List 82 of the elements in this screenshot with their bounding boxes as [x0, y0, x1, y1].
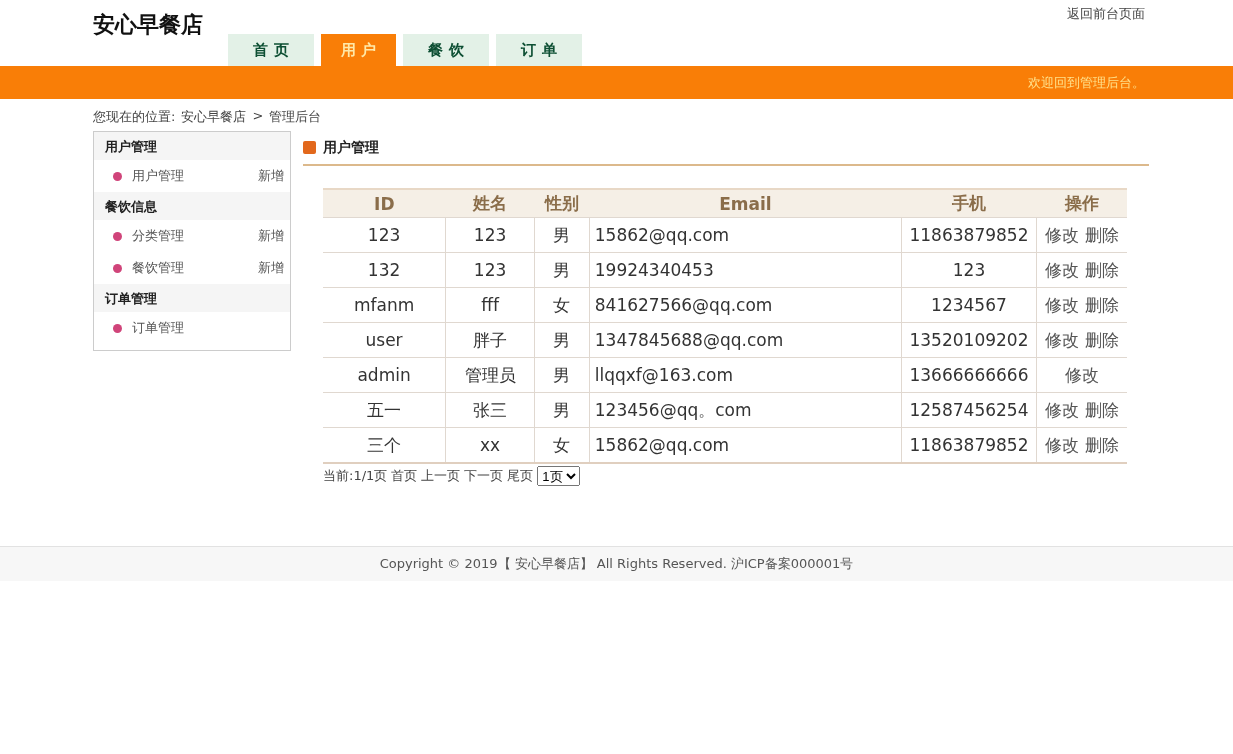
action-link[interactable]: 删除	[1084, 329, 1119, 350]
nav-tab[interactable]: 订 单	[496, 34, 582, 66]
table-cell: user	[323, 322, 446, 358]
table-cell: 123	[445, 217, 535, 253]
add-link[interactable]: 新增	[258, 259, 284, 277]
sidebar-group-title: 订单管理	[94, 284, 290, 312]
table-cell: 19924340453	[589, 252, 902, 288]
column-header: 姓名	[445, 189, 535, 218]
pager-link[interactable]: 尾页	[507, 467, 534, 485]
action-link[interactable]: 修改	[1044, 294, 1079, 315]
table-cell: 男	[534, 357, 590, 393]
breadcrumb-separator: >	[252, 108, 264, 125]
section-title: 用户管理	[323, 138, 379, 157]
page-select[interactable]: 1页	[537, 466, 581, 486]
table-cell: 五一	[323, 392, 446, 428]
table-cell: 123	[445, 252, 535, 288]
sidebar-group-title: 餐饮信息	[94, 192, 290, 220]
table-cell: fff	[445, 287, 535, 323]
table-cell: 123456@qq。com	[589, 392, 902, 428]
action-link[interactable]: 修改	[1044, 434, 1079, 455]
table-cell: 15862@qq.com	[589, 217, 902, 253]
add-link[interactable]: 新增	[258, 167, 284, 185]
nav-tab[interactable]: 餐 饮	[403, 34, 489, 66]
table-cell: 管理员	[445, 357, 535, 393]
pager-link[interactable]: 下一页	[464, 467, 504, 485]
sidebar-link[interactable]: 分类管理	[132, 227, 258, 245]
table-cell: 123	[901, 252, 1037, 288]
table-cell: 胖子	[445, 322, 535, 358]
sidebar-link[interactable]: 餐饮管理	[132, 259, 258, 277]
table-cell: 15862@qq.com	[589, 427, 902, 463]
table-cell: 1347845688@qq.com	[589, 322, 902, 358]
action-link[interactable]: 修改	[1044, 224, 1079, 245]
sidebar-link[interactable]: 订单管理	[132, 319, 284, 337]
pager-link[interactable]: 首页	[391, 467, 418, 485]
action-link[interactable]: 修改	[1044, 259, 1079, 280]
table-cell: 男	[534, 322, 590, 358]
breadcrumb-item[interactable]: 安心早餐店	[181, 108, 247, 131]
column-header: 手机	[901, 189, 1037, 218]
action-link[interactable]: 删除	[1084, 224, 1119, 245]
table-cell: 841627566@qq.com	[589, 287, 902, 323]
table-cell: 男	[534, 217, 590, 253]
table-cell: 男	[534, 252, 590, 288]
action-link[interactable]: 修改	[1044, 399, 1079, 420]
action-link[interactable]: 删除	[1084, 434, 1119, 455]
breadcrumb-label: 您现在的位置:	[93, 108, 176, 126]
table-cell: 女	[534, 287, 590, 323]
column-header: 操作	[1036, 189, 1127, 218]
column-header: ID	[323, 189, 446, 218]
action-link[interactable]: 删除	[1084, 259, 1119, 280]
table-cell: mfanm	[323, 287, 446, 323]
welcome-text: 欢迎回到管理后台。	[1028, 73, 1145, 92]
front-page-link[interactable]: 返回前台页面	[1067, 0, 1145, 66]
sidebar-link[interactable]: 用户管理	[132, 167, 258, 185]
action-link[interactable]: 修改	[1044, 329, 1079, 350]
table-cell: 三个	[323, 427, 446, 463]
sidebar-group-title: 用户管理	[94, 132, 290, 160]
table-cell: xx	[445, 427, 535, 463]
breadcrumb-item[interactable]: 管理后台	[269, 108, 322, 131]
table-cell: 男	[534, 392, 590, 428]
table-cell: 132	[323, 252, 446, 288]
table-cell: 12587456254	[901, 392, 1037, 428]
nav-tab[interactable]: 首 页	[228, 34, 314, 66]
copyright-text: Copyright © 2019【 安心早餐店】 All Rights Reserved. 沪ICP备案000001号	[379, 555, 854, 573]
column-header: Email	[589, 189, 902, 218]
action-link[interactable]: 修改	[1064, 364, 1099, 385]
site-logo: 安心早餐店	[93, 11, 204, 39]
table-cell: llqqxf@163.com	[589, 357, 902, 393]
add-link[interactable]: 新增	[258, 227, 284, 245]
table-cell: 1234567	[901, 287, 1037, 323]
action-link[interactable]: 删除	[1084, 294, 1119, 315]
action-link[interactable]: 删除	[1084, 399, 1119, 420]
table-cell: 13666666666	[901, 357, 1037, 393]
table-cell: 女	[534, 427, 590, 463]
table-cell: 11863879852	[901, 427, 1037, 463]
pager-link[interactable]: 上一页	[421, 467, 461, 485]
table-cell: 13520109202	[901, 322, 1037, 358]
table-cell: 张三	[445, 392, 535, 428]
table-cell: 123	[323, 217, 446, 253]
table-cell: admin	[323, 357, 446, 393]
column-header: 性别	[534, 189, 590, 218]
page-status: 当前:1/1页	[323, 467, 388, 485]
table-cell: 11863879852	[901, 217, 1037, 253]
